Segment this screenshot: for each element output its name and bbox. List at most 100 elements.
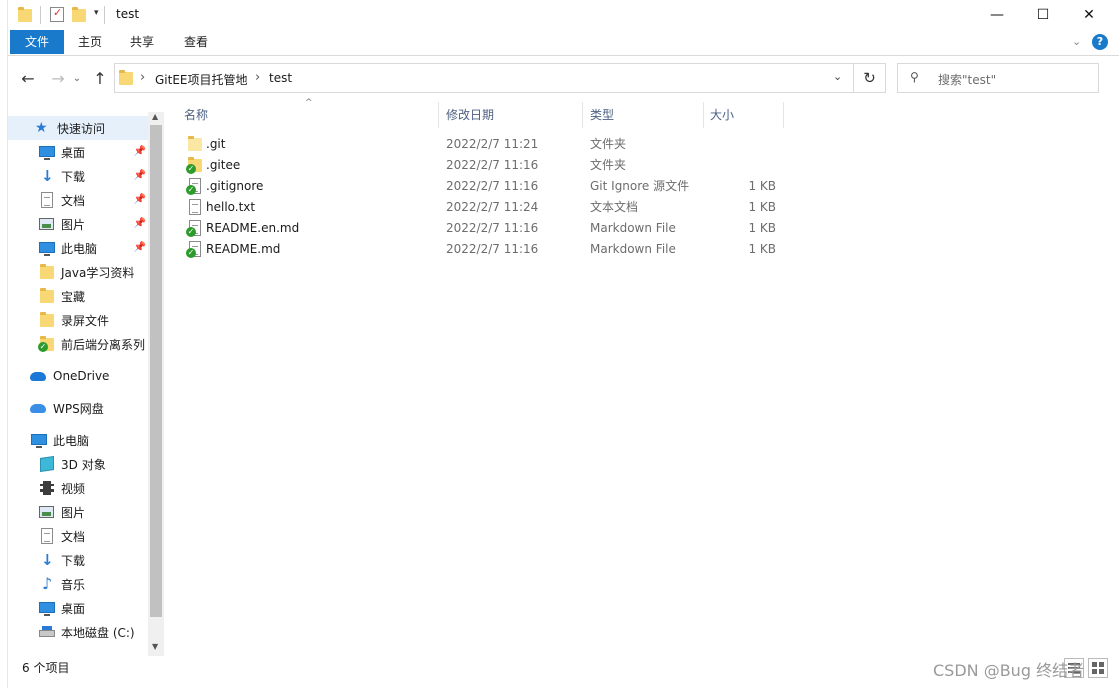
divider (40, 6, 41, 24)
nav-item-pictures[interactable]: 图片 📌 (8, 212, 148, 236)
folder-icon (119, 70, 135, 87)
nav-item-desktop-pc[interactable]: 桌面 (8, 596, 148, 620)
refresh-icon[interactable]: ↻ (854, 63, 886, 93)
scroll-up-icon[interactable]: ▲ (152, 112, 158, 121)
scrollbar-thumb[interactable] (150, 125, 162, 617)
nav-label: 图片 (61, 217, 86, 232)
recent-locations-chevron-icon[interactable]: ⌄ (70, 66, 84, 90)
nav-item-desktop[interactable]: 桌面 📌 (8, 140, 148, 164)
quick-access-dropdown-icon[interactable]: ▾ (94, 8, 99, 18)
nav-label: 3D 对象 (61, 457, 106, 472)
maximize-button[interactable]: ☐ (1020, 0, 1066, 30)
table-row[interactable]: ✓ .gitignore 2022/2/7 11:16 Git Ignore 源… (176, 176, 776, 197)
breadcrumb-test[interactable]: test (269, 71, 292, 85)
nav-label: 图片 (61, 505, 86, 520)
nav-item-documents[interactable]: 文档 📌 (8, 188, 148, 212)
nav-item-java-materials[interactable]: Java学习资料 (8, 260, 148, 284)
nav-item-quick-access[interactable]: ★ 快速访问 (8, 116, 148, 140)
file-date: 2022/2/7 11:24 (446, 200, 539, 214)
status-item-count: 6 个项目 (22, 661, 70, 675)
nav-item-frontend-backend-series[interactable]: ✓ 前后端分离系列 (8, 332, 148, 356)
desktop-icon (38, 144, 56, 160)
column-header-size[interactable]: 大小 (702, 102, 784, 128)
back-arrow-icon[interactable]: ← (16, 66, 40, 90)
nav-item-screen-recordings[interactable]: 录屏文件 (8, 308, 148, 332)
search-placeholder: 搜索"test" (938, 73, 997, 87)
wps-cloud-icon (30, 400, 48, 416)
table-row[interactable]: ✓ README.md 2022/2/7 11:16 Markdown File… (176, 239, 776, 260)
nav-label: 文档 (61, 529, 86, 544)
breadcrumb-gitee[interactable]: GitEE项目托管地 (155, 71, 248, 88)
nav-item-treasure[interactable]: 宝藏 (8, 284, 148, 308)
search-input[interactable]: ⚲ 搜索"test" (897, 63, 1099, 93)
divider (104, 6, 105, 24)
file-list: ^ 名称 修改日期 类型 大小 .git 2022/2/7 11:21 文件夹 … (176, 98, 1116, 658)
address-row: ← → ⌄ ↑ › GitEE项目托管地 › test ⌄ ↻ ⚲ 搜索"tes… (8, 60, 1119, 96)
pin-icon[interactable]: 📌 (134, 242, 146, 253)
download-icon: ↓ (41, 167, 54, 185)
file-name: .gitignore (206, 179, 264, 193)
table-row[interactable]: .git 2022/2/7 11:21 文件夹 (176, 134, 776, 155)
pin-icon[interactable]: 📌 (134, 194, 146, 205)
column-header-name[interactable]: 名称 (176, 102, 439, 128)
nav-item-wps-cloud[interactable]: WPS网盘 (8, 396, 148, 420)
cube-icon (38, 456, 56, 472)
nav-item-this-pc-pinned[interactable]: 此电脑 📌 (8, 236, 148, 260)
nav-item-onedrive[interactable]: OneDrive (8, 364, 148, 388)
watermark: CSDN @Bug 终结者 (933, 661, 1085, 680)
nav-item-documents-pc[interactable]: 文档 (8, 524, 148, 548)
picture-icon (38, 216, 56, 232)
scroll-down-icon[interactable]: ▼ (152, 642, 158, 651)
nav-item-local-disk-c[interactable]: 本地磁盘 (C:) (8, 620, 148, 644)
help-icon[interactable]: ? (1092, 34, 1108, 50)
expand-ribbon-chevron-icon[interactable]: ⌄ (1072, 35, 1081, 48)
up-arrow-icon[interactable]: ↑ (88, 66, 112, 90)
tab-home[interactable]: 主页 (70, 30, 110, 54)
nav-label: 视频 (61, 481, 86, 496)
column-header-type[interactable]: 类型 (582, 102, 704, 128)
nav-item-3d-objects[interactable]: 3D 对象 (8, 452, 148, 476)
file-name: README.md (206, 242, 281, 256)
nav-item-downloads[interactable]: ↓ 下载 📌 (8, 164, 148, 188)
minimize-button[interactable]: — (974, 0, 1020, 30)
properties-icon[interactable]: ✓ (50, 6, 64, 22)
window-title: test (116, 7, 140, 21)
search-icon: ⚲ (910, 70, 919, 84)
table-row[interactable]: ✓ README.en.md 2022/2/7 11:16 Markdown F… (176, 218, 776, 239)
table-row[interactable]: ✓ .gitee 2022/2/7 11:16 文件夹 (176, 155, 776, 176)
tab-file[interactable]: 文件 (10, 30, 64, 54)
forward-arrow-icon[interactable]: → (46, 66, 70, 90)
file-name: hello.txt (206, 200, 256, 214)
nav-item-downloads-pc[interactable]: ↓ 下载 (8, 548, 148, 572)
navigation-pane: ★ 快速访问 桌面 📌 ↓ 下载 📌 文档 📌 图片 📌 此电脑 📌 Java学… (8, 112, 148, 656)
file-name: .git (206, 137, 226, 151)
address-dropdown-chevron-icon[interactable]: ⌄ (833, 70, 842, 83)
nav-label: 本地磁盘 (C:) (61, 625, 135, 640)
folder-icon (18, 7, 32, 22)
pin-icon[interactable]: 📌 (134, 146, 146, 157)
table-row[interactable]: hello.txt 2022/2/7 11:24 文本文档 1 KB (176, 197, 776, 218)
nav-label: 前后端分离系列 (61, 337, 146, 352)
video-icon (38, 480, 56, 496)
tab-view[interactable]: 查看 (176, 30, 216, 54)
file-size: 1 KB (748, 200, 776, 214)
column-header-date[interactable]: 修改日期 (438, 102, 583, 128)
tab-share[interactable]: 共享 (122, 30, 162, 54)
large-icons-view-icon[interactable] (1088, 658, 1108, 678)
folder-icon (38, 312, 56, 328)
nav-item-pictures-pc[interactable]: 图片 (8, 500, 148, 524)
pin-icon[interactable]: 📌 (134, 170, 146, 181)
file-explorer-window: ✓ ▾ test — ☐ ✕ 文件 主页 共享 查看 ⌄ ? ← → ⌄ ↑ ›… (0, 0, 1119, 688)
nav-item-videos[interactable]: 视频 (8, 476, 148, 500)
nav-label: 下载 (61, 169, 86, 184)
nav-label: 宝藏 (61, 289, 86, 304)
nav-item-music[interactable]: ♪ 音乐 (8, 572, 148, 596)
nav-item-this-pc[interactable]: 此电脑 (8, 428, 148, 452)
file-date: 2022/2/7 11:21 (446, 137, 539, 151)
star-icon: ★ (35, 120, 48, 136)
pin-icon[interactable]: 📌 (134, 218, 146, 229)
new-folder-icon[interactable] (72, 7, 88, 22)
close-button[interactable]: ✕ (1066, 0, 1112, 30)
nav-label: WPS网盘 (53, 401, 104, 416)
address-bar[interactable]: › GitEE项目托管地 › test ⌄ (114, 63, 854, 93)
